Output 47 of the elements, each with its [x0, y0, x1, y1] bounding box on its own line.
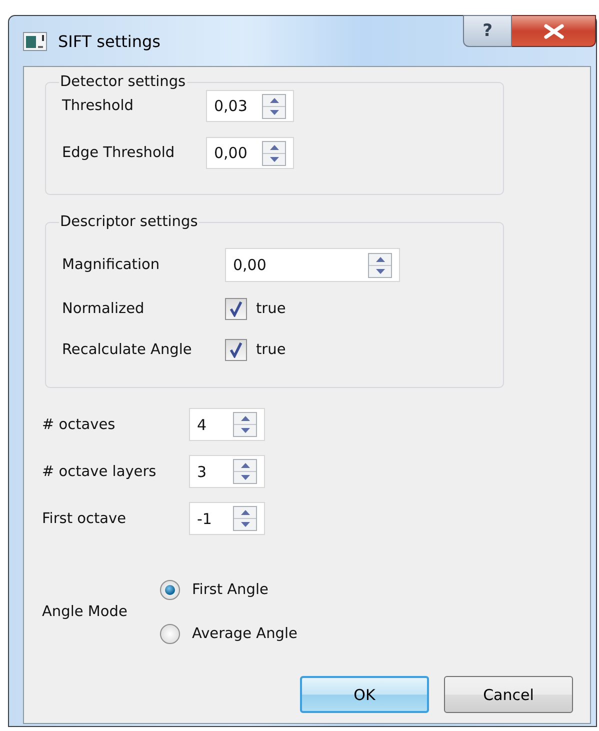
help-button[interactable]: ? [463, 15, 512, 47]
down-arrow-icon [376, 268, 384, 274]
up-arrow-icon [240, 416, 250, 421]
radio-button[interactable] [160, 580, 180, 600]
step-down-button[interactable] [369, 264, 391, 276]
field-label: Recalculate Angle [62, 342, 192, 358]
field-label: # octave layers [42, 464, 156, 480]
field-label: First octave [42, 510, 126, 526]
up-arrow-icon [270, 98, 278, 102]
window-title: SIFT settings [58, 32, 160, 50]
field-label: Normalized [62, 301, 144, 317]
down-arrow-icon [240, 522, 250, 527]
group-title: Descriptor settings [59, 213, 199, 231]
checkbox[interactable] [225, 339, 247, 361]
app-icon [23, 32, 47, 50]
step-down-button[interactable] [263, 152, 285, 164]
field-label: Magnification [62, 257, 160, 273]
up-arrow-icon [376, 256, 384, 262]
spin-box[interactable]: 0,03 [206, 90, 294, 122]
cancel-button[interactable]: Cancel [444, 676, 573, 713]
up-arrow-icon [240, 510, 250, 515]
spin-box[interactable]: 3 [189, 455, 265, 488]
down-arrow-icon [240, 475, 250, 480]
spin-box[interactable]: 0,00 [225, 248, 400, 282]
field-label: # octaves [42, 416, 116, 432]
ok-button[interactable]: OK [300, 676, 429, 713]
close-button[interactable] [512, 15, 596, 47]
down-arrow-icon [270, 110, 278, 114]
spin-box[interactable]: -1 [189, 502, 265, 535]
up-arrow-icon [240, 463, 250, 468]
down-arrow-icon [270, 156, 278, 162]
field-label: Threshold [62, 98, 134, 114]
checkbox-label[interactable]: true [256, 342, 286, 358]
group-title: Detector settings [59, 73, 187, 91]
radio-label[interactable]: First Angle [192, 582, 268, 598]
up-arrow-icon [270, 144, 278, 150]
close-icon [542, 24, 564, 38]
field-label: Angle Mode [42, 604, 128, 620]
radio-button[interactable] [160, 624, 180, 644]
down-arrow-icon [240, 428, 250, 433]
field-label: Edge Threshold [62, 145, 175, 161]
step-down-button[interactable] [263, 106, 285, 118]
spin-box[interactable]: 0,00 [206, 137, 294, 169]
spin-box[interactable]: 4 [189, 408, 265, 441]
checkbox[interactable] [225, 298, 247, 320]
radio-label[interactable]: Average Angle [192, 626, 298, 642]
checkbox-label[interactable]: true [256, 301, 286, 317]
